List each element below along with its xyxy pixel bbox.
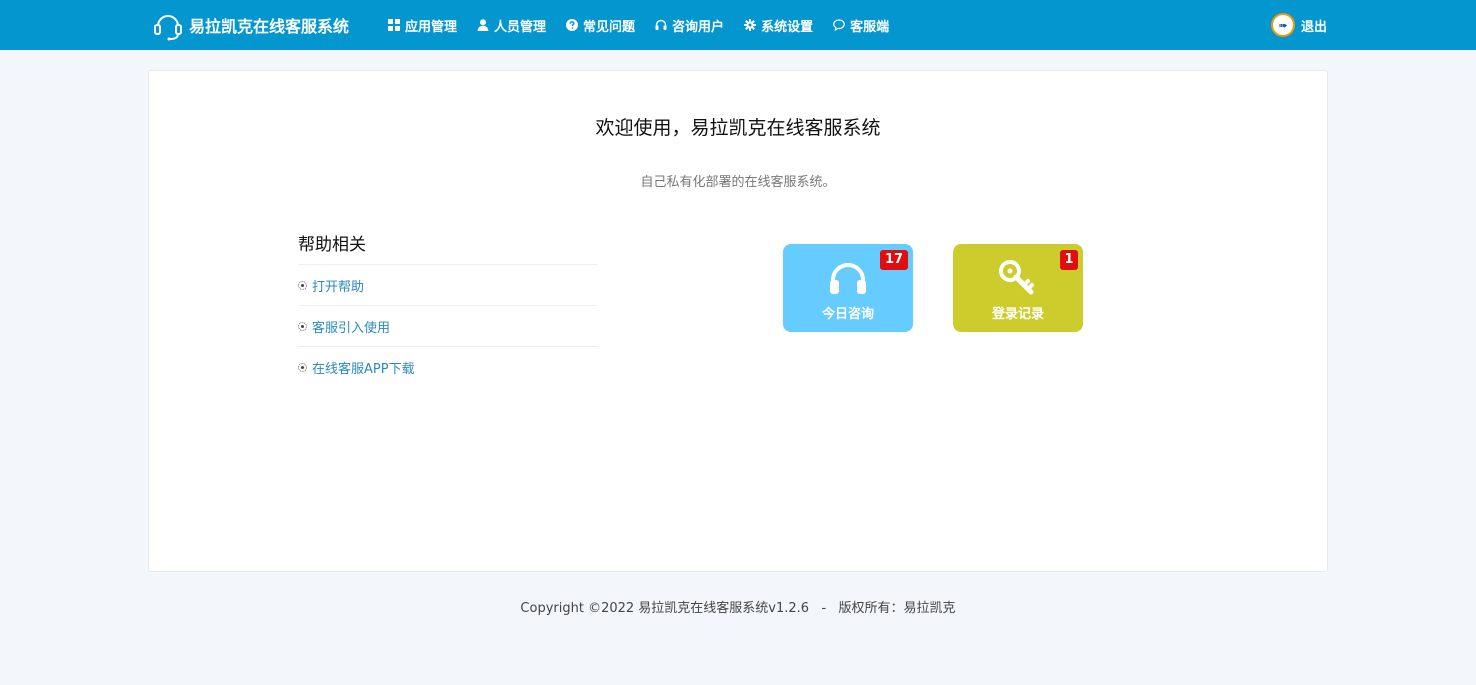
footer-copyright: Copyright ©2022 易拉凯克在线客服系统v1.2.6 - 版权所有：… bbox=[520, 601, 956, 616]
help-link-open-help[interactable]: 打开帮助 bbox=[298, 265, 598, 306]
help-link-embed-usage[interactable]: 客服引入使用 bbox=[298, 306, 598, 347]
avatar: ➠ bbox=[1271, 13, 1295, 37]
today-consult-tile[interactable]: 今日咨询 17 bbox=[783, 244, 913, 332]
bullet-icon bbox=[298, 280, 307, 290]
nav-item-staff-management[interactable]: 人员管理 bbox=[477, 16, 546, 35]
help-link-label: 在线客服APP下载 bbox=[312, 362, 415, 377]
question-circle-icon bbox=[566, 19, 579, 31]
nav-item-app-management[interactable]: 应用管理 bbox=[388, 16, 457, 35]
help-link-label: 客服引入使用 bbox=[312, 320, 391, 336]
brand-logo[interactable]: 易拉凯克在线客服系统 bbox=[152, 8, 349, 42]
nav-item-label: 人员管理 bbox=[494, 19, 547, 35]
headphones-icon bbox=[830, 263, 866, 294]
bullet-icon bbox=[298, 363, 307, 372]
nav-item-consult-users[interactable]: 咨询用户 bbox=[655, 16, 724, 35]
key-icon bbox=[999, 260, 1034, 295]
bullet-icon bbox=[298, 321, 307, 331]
login-records-label: 登录记录 bbox=[991, 307, 1044, 322]
today-consult-count-badge: 17 bbox=[880, 250, 908, 270]
welcome-title: 欢迎使用，易拉凯克在线客服系统 bbox=[595, 117, 881, 139]
brand-title: 易拉凯克在线客服系统 bbox=[189, 17, 350, 36]
help-section: 帮助相关 打开帮助 客服引入使用 在线客服APP下载 bbox=[298, 233, 598, 388]
chat-bubble-icon bbox=[833, 19, 845, 31]
nav-item-label: 应用管理 bbox=[405, 19, 458, 35]
nav-item-label: 客服端 bbox=[850, 19, 890, 35]
logout-button[interactable]: ➠ 退出 bbox=[1271, 13, 1327, 37]
today-consult-label: 今日咨询 bbox=[821, 307, 874, 322]
nav-item-label: 系统设置 bbox=[761, 19, 814, 35]
avatar-logo-icon: ➠ bbox=[1278, 18, 1288, 32]
nav-item-system-settings[interactable]: 系统设置 bbox=[744, 16, 813, 35]
nav-item-agent-client[interactable]: 客服端 bbox=[833, 16, 889, 35]
welcome-subtitle: 自己私有化部署的在线客服系统。 bbox=[640, 175, 836, 190]
gear-icon bbox=[744, 19, 757, 31]
help-link-label: 打开帮助 bbox=[312, 279, 365, 295]
help-title: 帮助相关 bbox=[298, 233, 598, 265]
user-icon bbox=[477, 19, 489, 31]
nav-item-label: 常见问题 bbox=[583, 19, 636, 35]
nav-item-faq[interactable]: 常见问题 bbox=[566, 16, 635, 35]
login-records-tile[interactable]: 登录记录 1 bbox=[953, 244, 1083, 332]
top-navbar: 易拉凯克在线客服系统 应用管理 人员管理 常见问题 咨询用户 系统设置 客服端 … bbox=[0, 0, 1476, 50]
logout-label: 退出 bbox=[1301, 19, 1328, 35]
main-nav: 应用管理 人员管理 常见问题 咨询用户 系统设置 客服端 bbox=[388, 0, 909, 50]
headset-icon bbox=[154, 15, 182, 41]
login-records-count-badge: 1 bbox=[1060, 250, 1078, 270]
welcome-panel: 欢迎使用，易拉凯克在线客服系统 自己私有化部署的在线客服系统。 帮助相关 打开帮… bbox=[148, 70, 1328, 572]
grid-icon bbox=[388, 19, 400, 31]
headphones-icon bbox=[655, 19, 667, 30]
nav-item-label: 咨询用户 bbox=[672, 19, 725, 35]
help-link-app-download[interactable]: 在线客服APP下载 bbox=[298, 347, 598, 388]
